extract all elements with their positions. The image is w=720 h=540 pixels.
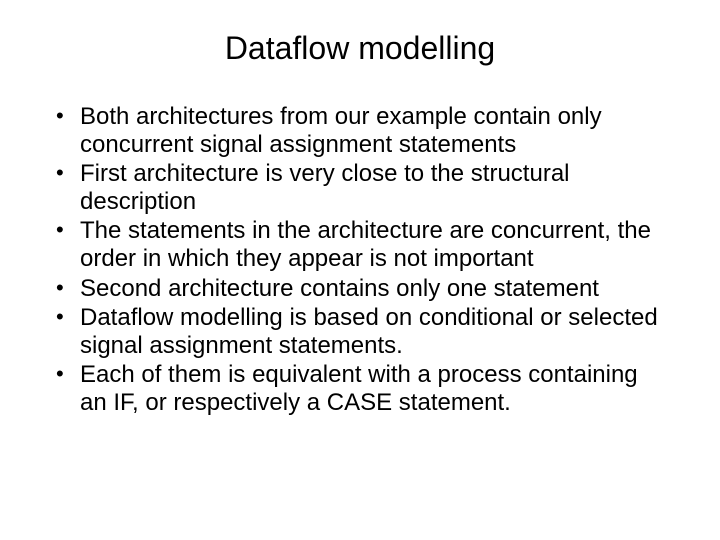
list-item: First architecture is very close to the … — [80, 160, 670, 215]
list-item: The statements in the architecture are c… — [80, 217, 670, 272]
list-item: Dataflow modelling is based on condition… — [80, 304, 670, 359]
slide: Dataflow modelling Both architectures fr… — [0, 0, 720, 540]
slide-title: Dataflow modelling — [50, 30, 670, 67]
list-item: Both architectures from our example cont… — [80, 103, 670, 158]
list-item: Second architecture contains only one st… — [80, 275, 670, 303]
bullet-list: Both architectures from our example cont… — [50, 103, 670, 417]
list-item: Each of them is equivalent with a proces… — [80, 361, 670, 416]
